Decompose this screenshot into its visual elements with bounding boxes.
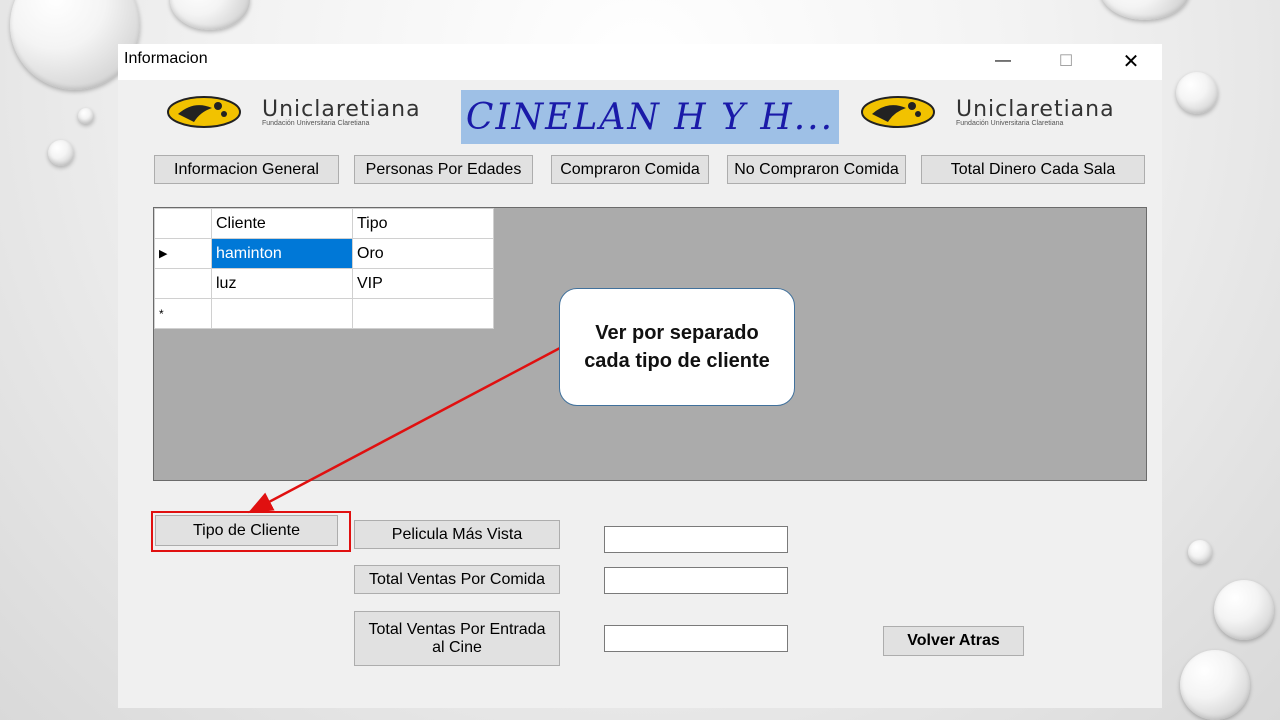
logo-subtitle: Fundación Universitaria Claretiana — [956, 120, 1064, 127]
pelicula-mas-vista-button[interactable]: Pelicula Más Vista — [354, 520, 560, 549]
water-drop-decoration — [1176, 72, 1218, 114]
total-dinero-cada-sala-button[interactable]: Total Dinero Cada Sala — [921, 155, 1145, 184]
logo-emblem-icon — [167, 96, 241, 128]
ventas-entrada-result-field[interactable] — [604, 625, 788, 652]
cell-cliente[interactable]: luz — [211, 268, 353, 299]
column-header-cliente[interactable]: Cliente — [211, 208, 353, 239]
close-icon: ✕ — [1122, 50, 1140, 73]
table-header-row: Cliente Tipo — [154, 208, 494, 239]
row-header[interactable] — [154, 268, 212, 299]
new-row-indicator-icon[interactable]: * — [154, 298, 212, 329]
current-row-indicator-icon[interactable]: ▶ — [154, 238, 212, 269]
water-drop-decoration — [1100, 0, 1190, 20]
logo-name: Uniclaretiana — [262, 97, 421, 122]
cell-cliente[interactable]: haminton — [211, 238, 353, 269]
water-drop-decoration — [1180, 650, 1250, 720]
logo-name: Uniclaretiana — [956, 97, 1115, 122]
maximize-icon: ☐ — [1058, 53, 1074, 70]
water-drop-decoration — [1214, 580, 1274, 640]
water-drop-decoration — [170, 0, 250, 30]
maximize-button[interactable]: ☐ — [1043, 46, 1089, 76]
total-ventas-comida-button[interactable]: Total Ventas Por Comida — [354, 565, 560, 594]
logo-subtitle: Fundación Universitaria Claretiana — [262, 120, 370, 127]
ventas-comida-result-field[interactable] — [604, 567, 788, 594]
no-compraron-comida-button[interactable]: No Compraron Comida — [727, 155, 906, 184]
row-header-corner — [154, 208, 212, 239]
minimize-icon: — — [995, 52, 1011, 69]
cell-cliente-new[interactable] — [211, 298, 353, 329]
compraron-comida-button[interactable]: Compraron Comida — [551, 155, 709, 184]
pelicula-result-field[interactable] — [604, 526, 788, 553]
minimize-button[interactable]: — — [980, 46, 1026, 76]
informacion-general-button[interactable]: Informacion General — [154, 155, 339, 184]
logo-emblem-icon — [861, 96, 935, 128]
window-title: Informacion — [124, 50, 208, 67]
table-row[interactable]: ▶ haminton Oro — [154, 238, 494, 269]
table-row[interactable]: luz VIP — [154, 268, 494, 299]
volver-atras-button[interactable]: Volver Atras — [883, 626, 1024, 656]
title-bar: Informacion — ☐ ✕ — [118, 44, 1162, 80]
uniclaretiana-logo-left: Uniclaretiana Fundación Universitaria Cl… — [164, 92, 421, 132]
cinema-banner: CINELAN H Y H... — [461, 90, 839, 144]
close-button[interactable]: ✕ — [1108, 46, 1154, 76]
cell-tipo[interactable]: Oro — [352, 238, 494, 269]
uniclaretiana-logo-right: Uniclaretiana Fundación Universitaria Cl… — [858, 92, 1115, 132]
cell-tipo[interactable]: VIP — [352, 268, 494, 299]
water-drop-decoration — [48, 140, 74, 166]
column-header-tipo[interactable]: Tipo — [352, 208, 494, 239]
tipo-de-cliente-highlight — [151, 511, 351, 552]
water-drop-decoration — [78, 108, 94, 124]
cell-tipo-new[interactable] — [352, 298, 494, 329]
callout-note: Ver por separado cada tipo de cliente — [559, 288, 795, 406]
new-row[interactable]: * — [154, 298, 494, 329]
total-ventas-entrada-button[interactable]: Total Ventas Por Entrada al Cine — [354, 611, 560, 666]
water-drop-decoration — [1188, 540, 1212, 564]
clients-table: Cliente Tipo ▶ haminton Oro luz VIP * — [154, 208, 494, 329]
personas-por-edades-button[interactable]: Personas Por Edades — [354, 155, 533, 184]
